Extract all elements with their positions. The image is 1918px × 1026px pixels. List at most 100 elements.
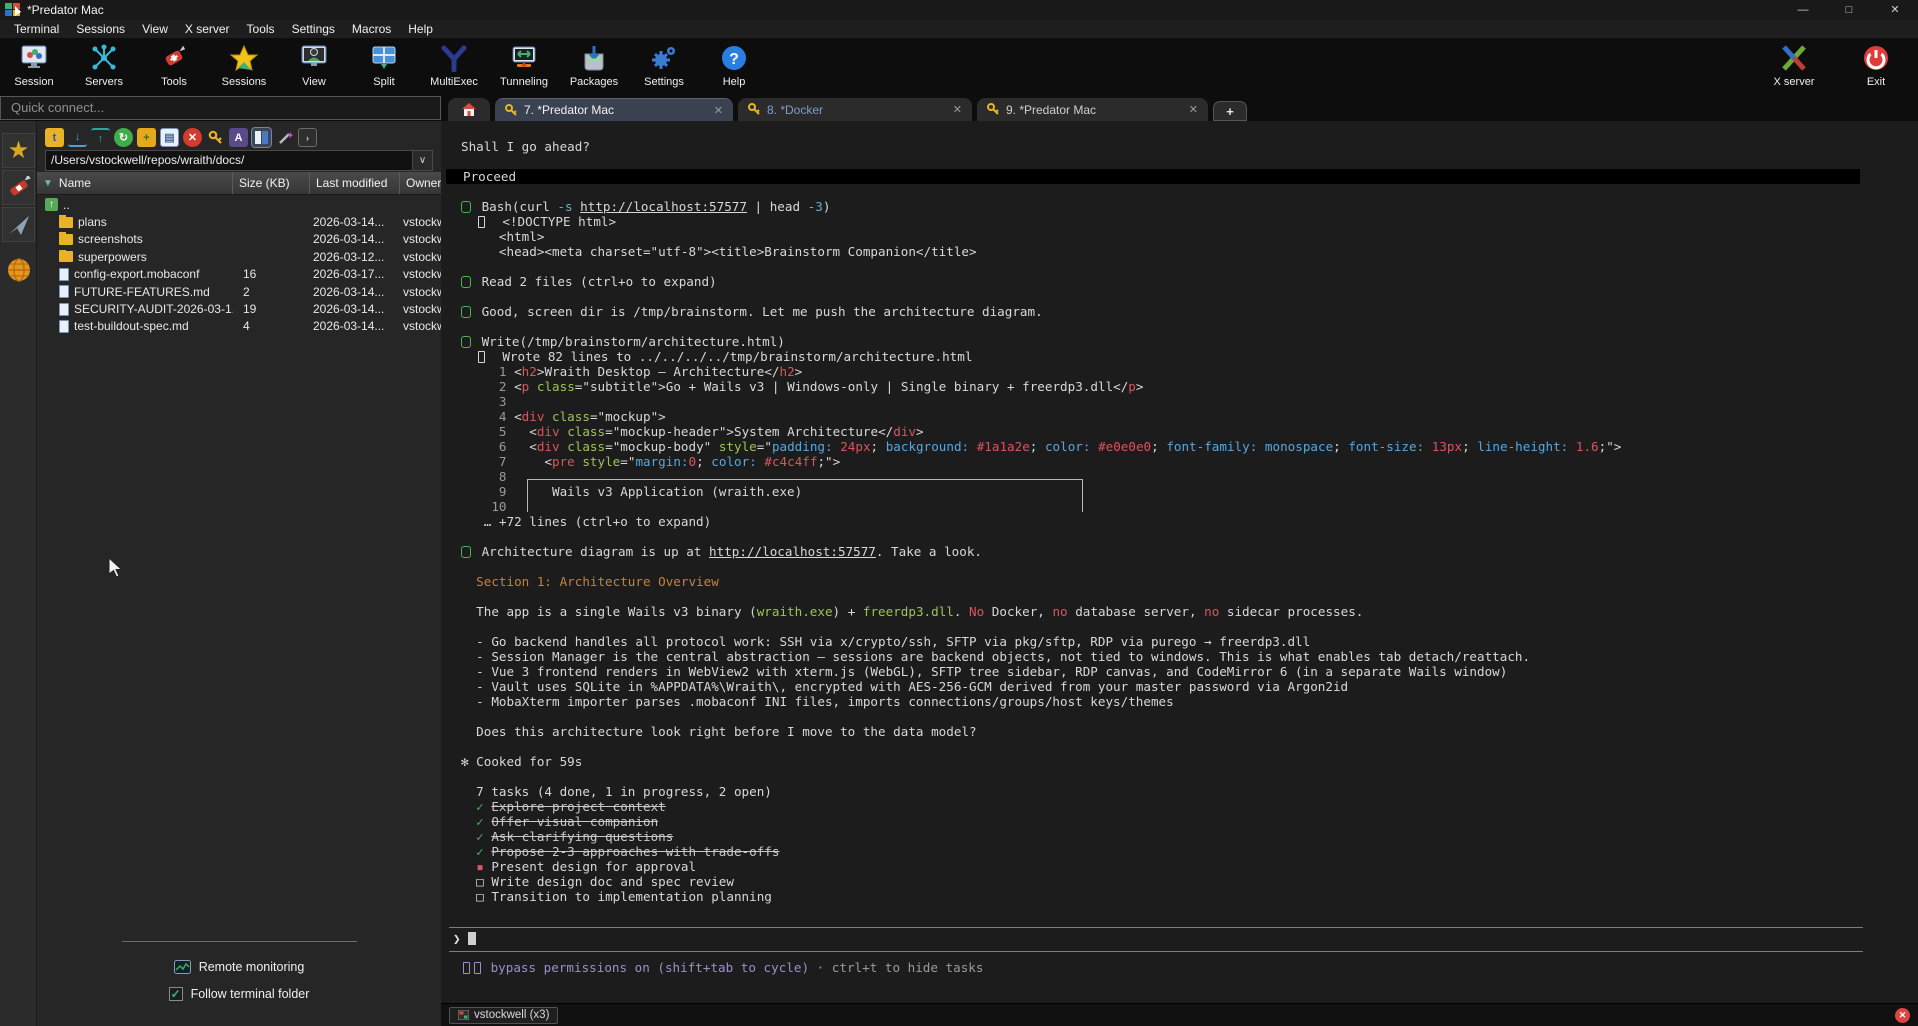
toolbar-exit[interactable]: Exit: [1848, 42, 1904, 88]
file-owner: vstockw...: [400, 250, 441, 264]
parent-dir-row[interactable]: ↑..: [37, 196, 441, 213]
file-name: FUTURE-FEATURES.md: [74, 285, 210, 299]
packages-icon: [579, 42, 609, 74]
key-icon[interactable]: [206, 128, 225, 147]
power-icon: [1861, 42, 1891, 74]
gear-icon: [649, 42, 679, 74]
folder-row[interactable]: screenshots2026-03-14...vstockw...: [37, 231, 441, 248]
tools-knife-icon[interactable]: [2, 170, 35, 205]
toolbar-servers[interactable]: Servers: [76, 42, 132, 88]
file-panel: t ↓ ↑ ↻ + ▤ ✕ A ✦ › /Users/vstockwell/re…: [37, 121, 441, 1026]
toolbar-sessions[interactable]: Sessions: [216, 42, 272, 88]
close-icon[interactable]: ✕: [1872, 0, 1918, 20]
current-path: /Users/vstockwell/repos/wraith/docs/: [46, 151, 412, 170]
toolbar-help[interactable]: ? Help: [706, 42, 762, 88]
folder-row[interactable]: superpowers2026-03-12...vstockw...: [37, 248, 441, 265]
file-owner: vstockw...: [400, 267, 441, 281]
checkbox-checked-icon[interactable]: ✓: [169, 987, 183, 1001]
file-row[interactable]: config-export.mobaconf162026-03-17...vst…: [37, 266, 441, 283]
column-modified[interactable]: Last modified: [310, 172, 400, 194]
terminal-line: [461, 184, 1918, 199]
file-owner: vstockw...: [400, 319, 441, 333]
quick-connect-input[interactable]: Quick connect...: [0, 96, 441, 120]
terminal-line: [461, 589, 1918, 604]
toolbar-packages[interactable]: Packages: [566, 42, 622, 88]
split-icon: [369, 42, 399, 74]
file-row[interactable]: FUTURE-FEATURES.md22026-03-14...vstockw.…: [37, 283, 441, 300]
column-size[interactable]: Size (KB): [233, 172, 310, 194]
file-size: 4: [233, 319, 310, 333]
send-plane-icon[interactable]: [2, 207, 35, 242]
terminal-line: Does this architecture look right before…: [461, 724, 1918, 739]
toolbar-tunneling[interactable]: Tunneling: [496, 42, 552, 88]
menu-terminal[interactable]: Terminal: [14, 22, 59, 36]
tab-close-icon[interactable]: ✕: [700, 104, 723, 117]
tab-close-icon[interactable]: ✕: [939, 103, 962, 116]
close-session-icon[interactable]: ✕: [1895, 1008, 1910, 1023]
refresh-icon[interactable]: ↻: [114, 128, 133, 147]
folder-row[interactable]: plans2026-03-14...vstockw...: [37, 213, 441, 230]
file-row[interactable]: test-buildout-spec.md42026-03-14...vstoc…: [37, 318, 441, 335]
column-owner[interactable]: Owner: [400, 172, 441, 194]
path-bar[interactable]: /Users/vstockwell/repos/wraith/docs/ ∨: [45, 150, 433, 171]
new-folder-icon[interactable]: +: [137, 128, 156, 147]
toolbar-tools[interactable]: Tools: [146, 42, 202, 88]
tab-close-icon[interactable]: ✕: [1175, 103, 1198, 116]
minimize-icon[interactable]: —: [1780, 0, 1826, 20]
toolbar-split[interactable]: Split: [356, 42, 412, 88]
terminal-line: The app is a single Wails v3 binary (wra…: [461, 604, 1918, 619]
toolbar-xserver[interactable]: X server: [1766, 42, 1822, 88]
menu-macros[interactable]: Macros: [352, 22, 391, 36]
toolbar-multiexec[interactable]: MultiExec: [426, 42, 482, 88]
tab-8-docker[interactable]: 8. *Docker ✕: [738, 98, 972, 121]
menu-tools[interactable]: Tools: [247, 22, 275, 36]
follow-terminal-folder[interactable]: ✓ Follow terminal folder: [169, 987, 310, 1001]
terminal-line: [461, 619, 1918, 634]
panel-toggle-icon[interactable]: [252, 128, 271, 147]
remote-monitoring[interactable]: Remote monitoring: [174, 960, 305, 974]
menu-sessions[interactable]: Sessions: [76, 22, 125, 36]
maximize-icon[interactable]: □: [1826, 0, 1872, 20]
servers-icon: [89, 42, 119, 74]
home-folder-icon[interactable]: t: [45, 128, 64, 147]
divider: [122, 941, 357, 942]
new-tab-button[interactable]: +: [1213, 101, 1247, 121]
new-file-icon[interactable]: ▤: [160, 128, 179, 147]
menu-x-server[interactable]: X server: [185, 22, 230, 36]
tab-7-predator-mac[interactable]: 7. *Predator Mac ✕: [495, 98, 733, 121]
file-owner: vstockw...: [400, 285, 441, 299]
terminal[interactable]: Shall I go ahead?Proceed Bash(curl -s ht…: [441, 121, 1918, 1003]
tab-home[interactable]: [448, 98, 490, 121]
font-icon[interactable]: A: [229, 128, 248, 147]
file-icon: [59, 268, 69, 281]
missing-glyph-box: [463, 962, 470, 974]
prompt-input[interactable]: ❯: [453, 931, 1918, 947]
file-panel-toolbar: t ↓ ↑ ↻ + ▤ ✕ A ✦ ›: [45, 128, 317, 147]
toolbar-session[interactable]: Session: [6, 42, 62, 88]
delete-icon[interactable]: ✕: [183, 128, 202, 147]
menu-view[interactable]: View: [142, 22, 168, 36]
toolbar-view[interactable]: View: [286, 42, 342, 88]
wand-icon[interactable]: ✦: [275, 128, 294, 147]
toolbar-settings[interactable]: Settings: [636, 42, 692, 88]
tunneling-icon: [509, 42, 539, 74]
terminal-box-icon[interactable]: ›: [298, 128, 317, 147]
tab-9-predator-mac[interactable]: 9. *Predator Mac ✕: [977, 98, 1208, 121]
globe-icon[interactable]: [2, 252, 35, 287]
folder-icon: [59, 251, 73, 262]
menu-help[interactable]: Help: [408, 22, 433, 36]
favorites-star-icon[interactable]: ★: [2, 133, 35, 168]
download-icon[interactable]: ↓: [68, 128, 87, 147]
tool-bullet-icon: [461, 336, 471, 348]
column-name[interactable]: ▼Name: [37, 172, 233, 194]
tool-bullet-icon: [461, 546, 471, 558]
terminal-line: 6 <div class="mockup-body" style="paddin…: [461, 439, 1918, 454]
session-user-button[interactable]: vstockwell (x3): [449, 1007, 558, 1024]
file-icon: [59, 285, 69, 298]
chevron-down-icon[interactable]: ∨: [412, 151, 432, 170]
menu-settings[interactable]: Settings: [292, 22, 335, 36]
file-modified: 2026-03-14...: [310, 232, 400, 246]
multiexec-icon: [439, 42, 469, 74]
upload-icon[interactable]: ↑: [91, 128, 110, 147]
file-row[interactable]: SECURITY-AUDIT-2026-03-1...192026-03-14.…: [37, 300, 441, 317]
